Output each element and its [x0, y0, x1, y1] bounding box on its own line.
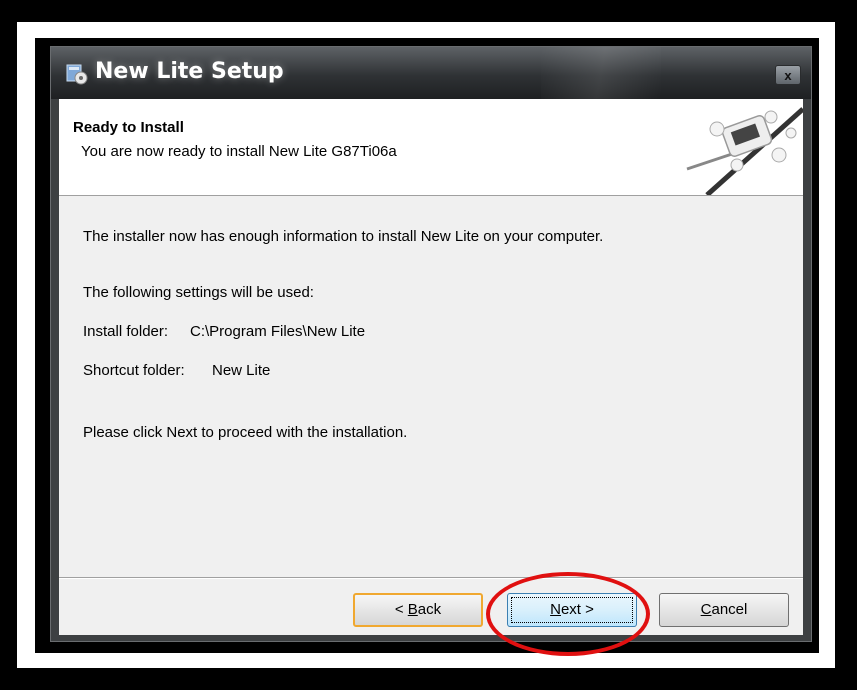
back-label-rest: ack — [417, 601, 442, 618]
back-accelerator: B — [407, 601, 418, 618]
settings-heading: The following settings will be used: — [83, 284, 314, 301]
cancel-accelerator: C — [700, 601, 712, 618]
instruction-text: Please click Next to proceed with the in… — [83, 424, 408, 441]
page-title: Ready to Install — [73, 119, 184, 136]
install-folder-label: Install folder: — [83, 323, 169, 340]
shortcut-folder-label: Shortcut folder: — [83, 362, 185, 379]
close-button[interactable]: x — [775, 65, 801, 85]
cancel-button[interactable]: Cancel — [659, 593, 789, 627]
next-button-highlight-circle — [486, 572, 650, 656]
shortcut-folder-value: New Lite — [212, 362, 271, 379]
close-icon: x — [784, 68, 792, 83]
back-button[interactable]: < Back — [353, 593, 483, 627]
dialog-client-area: Ready to Install You are now ready to in… — [59, 99, 803, 635]
intro-text: The installer now has enough information… — [83, 228, 604, 245]
back-prefix: < — [394, 601, 408, 618]
cancel-label-rest: ancel — [711, 601, 748, 618]
title-bar[interactable]: New Lite Setup x — [51, 47, 811, 99]
window-title: New Lite Setup — [95, 59, 284, 84]
wizard-header: Ready to Install You are now ready to in… — [59, 99, 803, 196]
installer-icon — [66, 64, 88, 85]
setup-window: New Lite Setup x Ready to Install You ar… — [50, 46, 812, 642]
install-folder-value: C:\Program Files\New Lite — [190, 323, 366, 340]
page-subtitle: You are now ready to install New Lite G8… — [81, 143, 397, 160]
installer-banner-graphic — [686, 107, 803, 195]
button-separator — [59, 577, 803, 579]
